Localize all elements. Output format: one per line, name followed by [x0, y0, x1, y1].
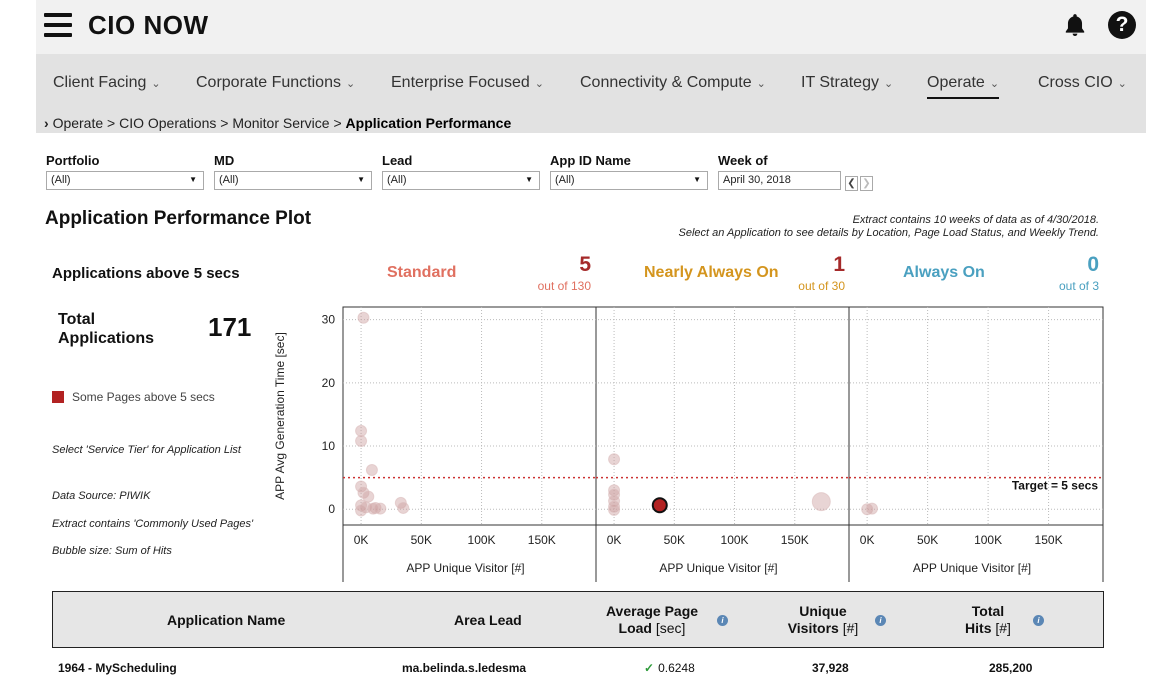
y-tick-label: 30 [322, 313, 336, 327]
data-point [362, 490, 375, 503]
plot-frame [342, 306, 1104, 526]
x-tick-label: 100K [468, 533, 496, 547]
x-tick-label: 0K [354, 533, 369, 547]
target-label: Target = 5 secs [1012, 479, 1098, 493]
data-point [355, 504, 368, 517]
data-point [811, 492, 831, 512]
data-point [357, 311, 370, 324]
x-tick-label: 0K [860, 533, 875, 547]
x-axis-label: APP Unique Visitor [#] [913, 561, 1031, 575]
x-tick-label: 150K [781, 533, 809, 547]
x-axis-label: APP Unique Visitor [#] [659, 561, 777, 575]
col-area-lead[interactable]: Area Lead [454, 612, 522, 629]
x-tick-label: 0K [607, 533, 622, 547]
data-point [355, 424, 368, 437]
y-tick-label: 20 [322, 376, 336, 390]
col-unique-visitors[interactable]: Unique Visitors [#] [779, 603, 867, 637]
data-point [365, 464, 378, 477]
info-icon[interactable]: i [875, 615, 886, 626]
info-icon[interactable]: i [1033, 615, 1044, 626]
table-header: Application Name Area Lead Average Page … [52, 591, 1104, 648]
data-point [608, 453, 621, 466]
cell-hits: 285,200 [989, 661, 1033, 675]
performance-scatter-plot[interactable]: 0 10 20 30 APP Avg Generation Time [sec] 0K 50… [0, 0, 1149, 600]
cell-visitors: 37,928 [812, 661, 849, 675]
x-tick-label: 50K [917, 533, 938, 547]
check-icon: ✓ [644, 661, 655, 675]
x-tick-label: 50K [411, 533, 432, 547]
info-icon[interactable]: i [717, 615, 728, 626]
data-point [608, 503, 621, 516]
x-tick-label: 150K [1035, 533, 1063, 547]
data-point [367, 502, 380, 515]
x-axis-label: APP Unique Visitor [#] [406, 561, 524, 575]
data-point [865, 502, 878, 515]
col-total-hits[interactable]: Total Hits [#] [948, 603, 1028, 637]
y-tick-label: 0 [328, 502, 335, 516]
cell-avg-load: ✓ 0.6248 [644, 661, 695, 675]
y-tick-label: 10 [322, 439, 336, 453]
x-tick-label: 100K [974, 533, 1002, 547]
x-tick-label: 50K [664, 533, 685, 547]
data-point [355, 434, 368, 447]
cell-app-name[interactable]: 1964 - MyScheduling [58, 661, 177, 675]
col-application-name[interactable]: Application Name [167, 612, 285, 629]
data-point [397, 501, 410, 514]
y-axis-label: APP Avg Generation Time [sec] [273, 332, 287, 500]
data-point-highlighted [651, 497, 668, 514]
cell-area-lead: ma.belinda.s.ledesma [402, 661, 527, 675]
x-tick-label: 150K [528, 533, 556, 547]
x-tick-label: 100K [721, 533, 749, 547]
col-average-page-load[interactable]: Average Page Load [sec] [602, 603, 702, 637]
